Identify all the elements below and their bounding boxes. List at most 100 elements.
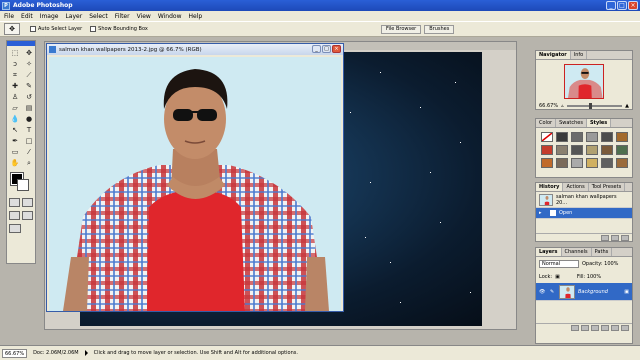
history-brush-source-icon[interactable]: ▸: [539, 210, 547, 216]
standard-mode-button[interactable]: [9, 198, 20, 207]
menu-window[interactable]: Window: [158, 13, 182, 20]
navigator-thumbnail[interactable]: [564, 64, 604, 99]
brush-link-icon[interactable]: ✎: [550, 289, 556, 295]
menu-view[interactable]: View: [137, 13, 151, 20]
dodge-tool-icon[interactable]: ●: [23, 114, 35, 124]
zoom-tool-icon[interactable]: ⌕: [23, 158, 35, 168]
shape-tool-icon[interactable]: □: [23, 136, 35, 146]
eyedropper-icon[interactable]: ⁄: [23, 147, 35, 157]
style-preset[interactable]: [616, 132, 628, 142]
style-preset[interactable]: [541, 158, 553, 168]
layer-mask-icon[interactable]: [581, 325, 589, 331]
style-preset[interactable]: [556, 158, 568, 168]
delete-layer-icon[interactable]: [621, 325, 629, 331]
close-button[interactable]: ×: [628, 1, 638, 10]
navigator-zoom-value[interactable]: 66.67%: [539, 103, 558, 109]
standard-screen-button[interactable]: [9, 211, 20, 220]
style-preset[interactable]: [586, 132, 598, 142]
marquee-tool-icon[interactable]: ⬚: [9, 48, 21, 58]
style-preset[interactable]: [616, 145, 628, 155]
layer-row-background[interactable]: 👁 ✎ Background ▣: [536, 283, 632, 301]
style-preset[interactable]: [601, 132, 613, 142]
tab-actions[interactable]: Actions: [563, 183, 589, 191]
blend-mode-select[interactable]: Normal: [539, 260, 579, 268]
menu-filter[interactable]: Filter: [115, 13, 130, 20]
new-document-from-state-icon[interactable]: [601, 235, 609, 241]
document-maximize-button[interactable]: □: [322, 45, 331, 53]
history-brush-icon[interactable]: ↺: [23, 92, 35, 102]
file-browser-tab[interactable]: File Browser: [381, 25, 422, 34]
lock-icon[interactable]: ▣: [555, 274, 560, 280]
blur-tool-icon[interactable]: 💧: [9, 114, 21, 124]
style-preset[interactable]: [586, 158, 598, 168]
style-preset[interactable]: [601, 145, 613, 155]
tab-channels[interactable]: Channels: [562, 248, 592, 256]
clone-stamp-icon[interactable]: ♙: [9, 92, 21, 102]
history-state-open[interactable]: ▸ Open: [536, 208, 632, 219]
brushes-tab[interactable]: Brushes: [424, 25, 455, 34]
tab-color[interactable]: Color: [536, 119, 557, 127]
menu-help[interactable]: Help: [189, 13, 203, 20]
type-tool-icon[interactable]: T: [23, 125, 35, 135]
menu-select[interactable]: Select: [89, 13, 108, 20]
tab-tool-presets[interactable]: Tool Presets: [589, 183, 626, 191]
opacity-label[interactable]: Opacity: 100%: [582, 261, 618, 267]
new-snapshot-icon[interactable]: [611, 235, 619, 241]
eraser-tool-icon[interactable]: ▱: [9, 103, 21, 113]
crop-tool-icon[interactable]: ⌗: [9, 70, 21, 80]
status-zoom-field[interactable]: 66.67%: [2, 348, 28, 358]
menu-edit[interactable]: Edit: [21, 13, 33, 20]
tab-navigator[interactable]: Navigator: [536, 51, 571, 59]
style-preset[interactable]: [556, 145, 568, 155]
menu-image[interactable]: Image: [40, 13, 59, 20]
document-window[interactable]: salman khan wallpapers 2013-2.jpg @ 66.7…: [46, 43, 344, 312]
style-preset[interactable]: [571, 145, 583, 155]
tab-info[interactable]: Info: [571, 51, 588, 59]
notes-tool-icon[interactable]: ▭: [9, 147, 21, 157]
style-preset[interactable]: [586, 145, 598, 155]
menu-file[interactable]: File: [4, 13, 14, 20]
new-layer-icon[interactable]: [611, 325, 619, 331]
style-preset[interactable]: [556, 132, 568, 142]
tab-paths[interactable]: Paths: [592, 248, 613, 256]
image-canvas[interactable]: [49, 57, 341, 311]
gradient-tool-icon[interactable]: ▤: [23, 103, 35, 113]
navigator-zoom-slider[interactable]: [566, 103, 623, 109]
magic-wand-icon[interactable]: ✧: [23, 59, 35, 69]
background-color[interactable]: [17, 179, 29, 191]
layer-style-icon[interactable]: [571, 325, 579, 331]
document-title-bar[interactable]: salman khan wallpapers 2013-2.jpg @ 66.7…: [47, 44, 343, 55]
menu-layer[interactable]: Layer: [65, 13, 82, 20]
document-close-button[interactable]: ×: [332, 45, 341, 53]
maximize-button[interactable]: □: [617, 1, 627, 10]
tool-preset-picker[interactable]: ✥: [4, 23, 20, 35]
minimize-button[interactable]: _: [606, 1, 616, 10]
zoom-slider-knob[interactable]: [588, 103, 592, 109]
lasso-tool-icon[interactable]: ↄ: [9, 59, 21, 69]
auto-select-checkbox[interactable]: [30, 26, 36, 32]
zoom-in-icon[interactable]: ▲: [625, 103, 629, 109]
style-preset[interactable]: [571, 158, 583, 168]
tab-history[interactable]: History: [536, 183, 564, 191]
new-set-icon[interactable]: [591, 325, 599, 331]
style-none[interactable]: [541, 132, 553, 142]
style-preset[interactable]: [616, 158, 628, 168]
quick-mask-button[interactable]: [22, 198, 33, 207]
auto-select-option[interactable]: Auto Select Layer: [30, 26, 82, 32]
hand-tool-icon[interactable]: ✋: [9, 158, 21, 168]
eye-icon[interactable]: 👁: [539, 289, 547, 295]
zoom-out-icon[interactable]: ▵: [561, 103, 564, 109]
style-preset[interactable]: [601, 158, 613, 168]
tab-layers[interactable]: Layers: [536, 248, 562, 256]
fill-label[interactable]: Fill: 100%: [577, 274, 601, 280]
history-snapshot[interactable]: salman khan wallpapers 20...: [536, 192, 632, 208]
tab-styles[interactable]: Styles: [586, 119, 612, 127]
slice-tool-icon[interactable]: ⟋: [23, 70, 35, 80]
jump-to-imageready-button[interactable]: [9, 224, 21, 233]
bounding-box-checkbox[interactable]: [90, 26, 97, 32]
move-tool-icon[interactable]: ✥: [23, 48, 35, 58]
document-minimize-button[interactable]: _: [312, 45, 321, 53]
adjustment-layer-icon[interactable]: [601, 325, 609, 331]
status-menu-icon[interactable]: [84, 350, 88, 356]
tab-swatches[interactable]: Swatches: [556, 119, 587, 127]
